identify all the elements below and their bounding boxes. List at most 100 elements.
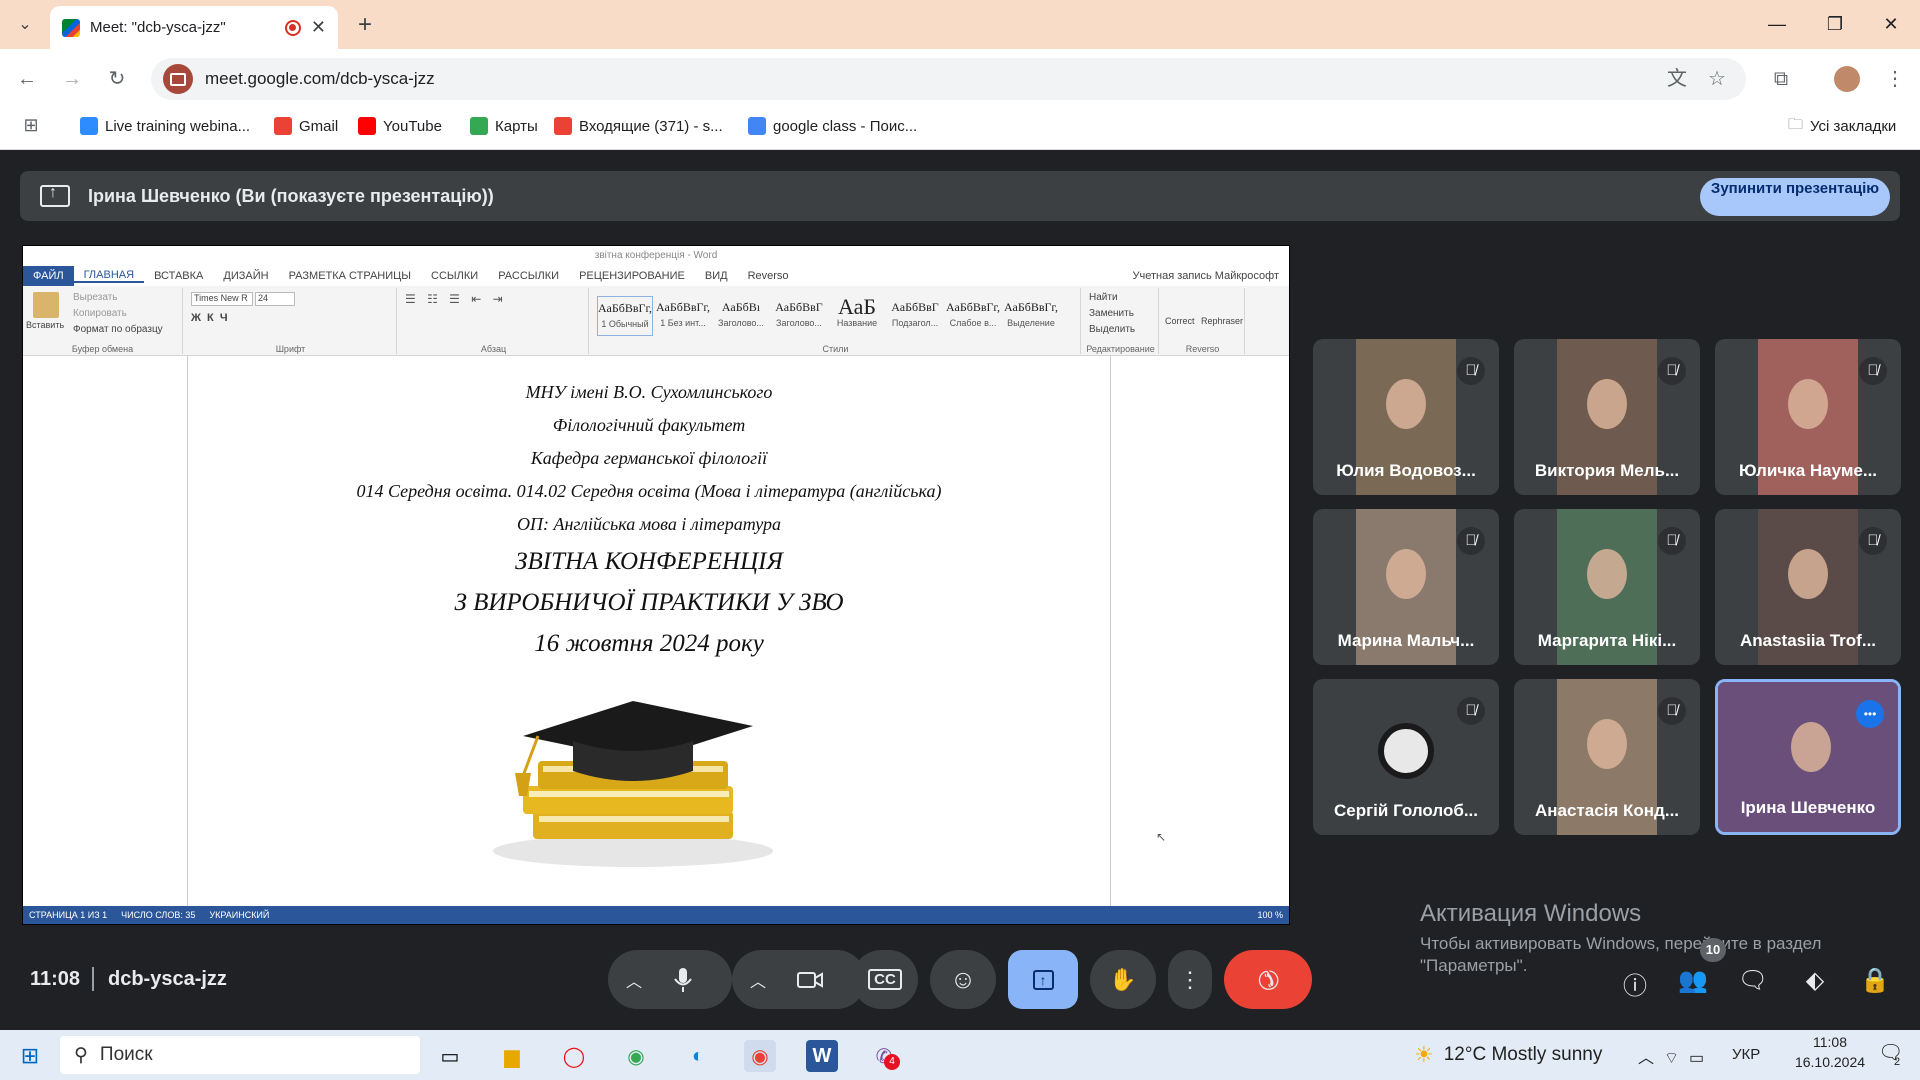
participant-name: Марина Мальч...: [1337, 631, 1475, 650]
ribbon-tab[interactable]: ГЛАВНАЯ: [73, 269, 145, 283]
ribbon-tab[interactable]: РЕЦЕНЗИРОВАНИЕ: [569, 270, 695, 282]
close-window-button[interactable]: ✕: [1862, 0, 1920, 49]
taskbar-search[interactable]: ⚲ Поиск: [60, 1036, 420, 1074]
more-vert-icon: ⋮: [1179, 966, 1201, 992]
system-tray-icons[interactable]: ︿⌔▭: [1638, 1044, 1714, 1068]
document-heading: ЗВІТНА КОНФЕРЕНЦІЯ: [515, 548, 783, 575]
captions-button[interactable]: CC: [852, 950, 918, 1009]
profile-avatar[interactable]: [1834, 66, 1860, 92]
restore-button[interactable]: ❐: [1806, 0, 1864, 49]
back-button[interactable]: ←: [12, 64, 42, 94]
cut-label: Вырезать: [73, 292, 118, 303]
raise-hand-button[interactable]: ✋: [1090, 950, 1156, 1009]
style-item[interactable]: АаБбВı Заголово...: [713, 296, 769, 336]
word-account[interactable]: Учетная запись Майкрософт: [1123, 270, 1289, 282]
forward-button[interactable]: →: [57, 64, 87, 94]
windows-start-icon[interactable]: ⊞: [14, 1040, 46, 1072]
new-tab-button[interactable]: +: [350, 10, 380, 40]
activities-icon[interactable]: ⬖: [1798, 966, 1832, 996]
meeting-code: dcb-ysca-jzz: [108, 968, 227, 990]
bookmark-item[interactable]: YouTube: [358, 114, 442, 138]
camera-control[interactable]: ︿: [732, 950, 866, 1009]
participant-face: [1587, 719, 1627, 769]
mic-muted-icon: 🎙̸: [1457, 697, 1485, 725]
ribbon-tab[interactable]: ВСТАВКА: [144, 270, 213, 282]
ribbon-tab[interactable]: РАССЫЛКИ: [488, 270, 569, 282]
participant-tile[interactable]: 🎙̸ Марина Мальч...: [1313, 509, 1499, 665]
style-item[interactable]: АаБбВвГг, 1 Без инт...: [655, 296, 711, 336]
style-item[interactable]: АаБбВвГ Подзагол...: [887, 296, 943, 336]
ribbon-tab[interactable]: Reverso: [738, 270, 799, 282]
all-bookmarks-button[interactable]: 🗀 Усі закладки: [1788, 114, 1896, 138]
participant-name: Юличка Науме...: [1738, 461, 1878, 480]
file-explorer-icon[interactable]: ▆: [496, 1040, 528, 1072]
more-options-button[interactable]: ⋮: [1168, 950, 1212, 1009]
style-item[interactable]: АаБбВвГг, Слабое в...: [945, 296, 1001, 336]
reload-button[interactable]: ↻: [102, 64, 132, 94]
translate-icon[interactable]: 文: [1662, 64, 1692, 94]
leave-call-button[interactable]: ✆: [1224, 950, 1312, 1009]
participant-tile[interactable]: ••• Ірина Шевченко: [1715, 679, 1901, 835]
bookmark-item[interactable]: Live training webina...: [80, 114, 250, 138]
ribbon-tab[interactable]: ССЫЛКИ: [421, 270, 488, 282]
participant-name: Ірина Шевченко: [1740, 798, 1876, 817]
chrome-active-icon[interactable]: ◉: [744, 1040, 776, 1072]
style-item[interactable]: АаБбВвГ Заголово...: [771, 296, 827, 336]
style-item[interactable]: АаБбВвГг, 1 Обычный: [597, 296, 653, 336]
tab-search-button[interactable]: ⌄: [12, 11, 38, 37]
bookmark-item[interactable]: Gmail: [274, 114, 338, 138]
bookmark-item[interactable]: Входящие (371) - s...: [554, 114, 723, 138]
chrome-icon[interactable]: ◉: [620, 1040, 652, 1072]
ribbon-tab[interactable]: ФАЙЛ: [23, 266, 74, 286]
participant-tile[interactable]: 🎙̸ Юлия Водовоз...: [1313, 339, 1499, 495]
people-icon[interactable]: 👥: [1676, 966, 1710, 996]
host-controls-icon[interactable]: 🔒: [1858, 966, 1892, 996]
task-view-icon[interactable]: ▭: [434, 1040, 466, 1072]
mic-muted-icon: 🎙̸: [1457, 527, 1485, 555]
style-sample: АаБбВвГг,: [1003, 300, 1058, 314]
bookmark-label: Карты: [495, 117, 538, 135]
more-options-icon[interactable]: •••: [1856, 700, 1884, 728]
participant-tile[interactable]: 🎙̸ Anastasiia Trof...: [1715, 509, 1901, 665]
site-info-icon[interactable]: [163, 64, 193, 94]
participant-face: [1386, 549, 1426, 599]
tab-close-icon[interactable]: ✕: [311, 17, 326, 38]
ribbon-tab[interactable]: РАЗМЕТКА СТРАНИЦЫ: [279, 270, 421, 282]
participant-tile[interactable]: 🎙̸ Виктория Мель...: [1514, 339, 1700, 495]
mic-options-chevron-icon[interactable]: ︿: [626, 968, 642, 992]
bookmark-star-icon[interactable]: ☆: [1702, 64, 1732, 94]
participant-tile[interactable]: 🎙̸ Маргарита Нікі...: [1514, 509, 1700, 665]
reactions-button[interactable]: ☺: [930, 950, 996, 1009]
camera-options-chevron-icon[interactable]: ︿: [750, 968, 766, 992]
style-item[interactable]: АаБбВвГг, Выделение: [1003, 296, 1059, 336]
bookmark-label: Live training webina...: [105, 117, 251, 135]
recording-indicator-icon: [284, 19, 301, 36]
meeting-info-icon[interactable]: ⓘ: [1618, 966, 1652, 1000]
browser-tab[interactable]: Meet: "dcb-ysca-jzz" ✕: [50, 6, 338, 49]
input-language[interactable]: УКР: [1732, 1046, 1760, 1063]
reverso-group: Correct Rephraser Reverso: [1161, 288, 1245, 354]
extensions-icon[interactable]: ⧉: [1766, 64, 1796, 94]
bookmark-item[interactable]: google class - Поис...: [748, 114, 917, 138]
stop-presenting-button[interactable]: Зупинити презентацію: [1700, 178, 1890, 216]
word-icon[interactable]: W: [806, 1040, 838, 1072]
present-button[interactable]: ↑: [1008, 950, 1078, 1009]
taskbar-clock[interactable]: 11:08 16.10.2024: [1786, 1034, 1874, 1070]
participant-tile[interactable]: 🎙̸ Юличка Науме...: [1715, 339, 1901, 495]
ribbon-tab[interactable]: ВИД: [695, 270, 738, 282]
menu-icon[interactable]: ⋮: [1880, 64, 1910, 94]
participant-tile[interactable]: 🎙̸ Сергій Гололоб...: [1313, 679, 1499, 835]
ribbon-tab[interactable]: ДИЗАЙН: [213, 270, 278, 282]
address-bar[interactable]: meet.google.com/dcb-ysca-jzz: [151, 58, 1746, 100]
weather-widget[interactable]: ☀ 12°C Mostly sunny: [1414, 1042, 1602, 1068]
style-item[interactable]: АаБ Название: [829, 296, 885, 336]
microphone-control[interactable]: ︿: [608, 950, 732, 1009]
apps-grid-icon[interactable]: ⊞: [16, 110, 46, 140]
copy-label: Копировать: [73, 308, 127, 319]
chat-icon[interactable]: 🗨: [1736, 966, 1770, 996]
participant-tile[interactable]: 🎙̸ Анастасія Конд...: [1514, 679, 1700, 835]
bookmark-item[interactable]: Карты: [470, 114, 538, 138]
opera-icon[interactable]: ◯: [558, 1040, 590, 1072]
edge-icon[interactable]: ◐: [682, 1040, 714, 1072]
minimize-button[interactable]: —: [1748, 0, 1806, 49]
